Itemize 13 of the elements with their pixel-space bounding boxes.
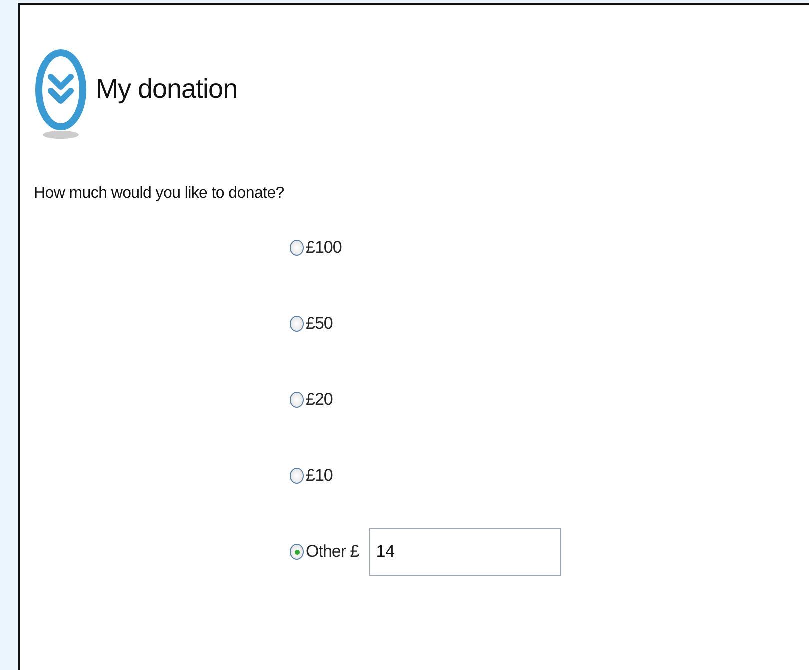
radio-button[interactable] — [290, 544, 304, 560]
amount-field[interactable]: 14 — [369, 528, 562, 576]
radio-button[interactable] — [290, 316, 304, 332]
option-label: £20 — [306, 390, 333, 410]
radio-button[interactable] — [290, 240, 304, 256]
option-label: £100 — [306, 238, 342, 258]
radio-button[interactable] — [290, 468, 304, 484]
option-label: £50 — [306, 314, 333, 334]
option-label: £10 — [306, 466, 333, 486]
option-label: Other £ — [306, 542, 360, 562]
page-title: My donation — [96, 74, 238, 104]
question-label: How much would you like to donate? — [34, 185, 286, 203]
radio-button[interactable] — [290, 392, 304, 408]
